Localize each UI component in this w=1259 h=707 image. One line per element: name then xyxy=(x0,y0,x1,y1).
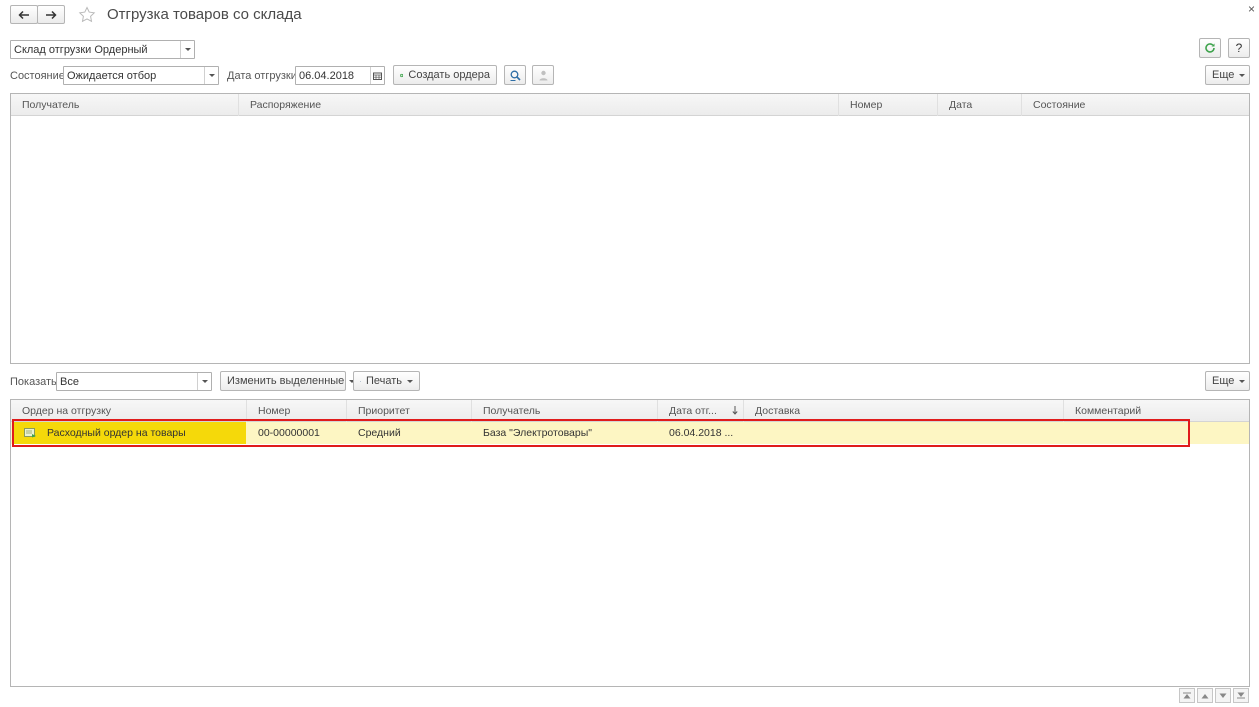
arrow-right-icon xyxy=(46,10,57,19)
add-circle-icon xyxy=(400,73,404,77)
person-icon xyxy=(539,70,547,80)
favorite-star-icon[interactable] xyxy=(78,6,96,24)
scroll-bottom-icon xyxy=(1237,692,1245,699)
show-select[interactable]: Все xyxy=(56,372,212,391)
more-label: Еще xyxy=(1212,375,1235,387)
upper-table[interactable]: Получатель Распоряжение Номер Дата Состо… xyxy=(10,93,1250,364)
state-select[interactable]: Ожидается отбор xyxy=(63,66,219,85)
chevron-down-icon xyxy=(1239,379,1246,383)
column-header[interactable]: Состояние xyxy=(1022,94,1250,116)
highlight-frame xyxy=(12,419,1190,447)
more-label: Еще xyxy=(1212,69,1235,81)
column-header[interactable]: Получатель xyxy=(11,94,239,116)
refresh-icon xyxy=(1205,43,1215,53)
date-field[interactable]: 06.04.2018 xyxy=(295,66,385,85)
person-search-button[interactable] xyxy=(532,65,554,85)
column-header-label: Дата отг... xyxy=(669,405,717,417)
calendar-icon[interactable] xyxy=(370,67,384,84)
chevron-down-icon[interactable] xyxy=(197,373,211,390)
search-icon xyxy=(510,70,521,81)
scroll-top-button[interactable] xyxy=(1179,688,1195,703)
forward-button[interactable] xyxy=(37,5,65,24)
warehouse-select[interactable]: Склад отгрузки Ордерный xyxy=(10,40,195,59)
sort-descending-icon xyxy=(732,406,738,415)
more-button-top[interactable]: Еще xyxy=(1205,65,1250,85)
print-label: Печать xyxy=(365,375,402,387)
scroll-down-button[interactable] xyxy=(1215,688,1231,703)
page-title: Отгрузка товаров со склада xyxy=(107,6,302,23)
scroll-down-icon xyxy=(1219,693,1227,698)
scroll-top-icon xyxy=(1183,692,1191,699)
printer-icon xyxy=(360,380,361,382)
change-selected-button[interactable]: Изменить выделенные xyxy=(220,371,356,391)
refresh-button[interactable] xyxy=(1199,38,1221,58)
column-header[interactable]: Номер xyxy=(839,94,938,116)
chevron-down-icon[interactable] xyxy=(180,41,194,58)
scroll-up-icon xyxy=(1201,693,1209,698)
print-button[interactable]: Печать xyxy=(353,371,420,391)
chevron-down-icon xyxy=(1239,73,1246,77)
close-button[interactable]: × xyxy=(1248,2,1255,16)
upper-table-header: Получатель Распоряжение Номер Дата Состо… xyxy=(11,94,1249,116)
show-value: Все xyxy=(60,376,79,388)
date-label: Дата отгрузки: xyxy=(227,70,300,82)
state-label: Состояние: xyxy=(10,70,68,82)
date-value: 06.04.2018 xyxy=(299,70,355,82)
chevron-down-icon[interactable] xyxy=(204,67,218,84)
show-label: Показать: xyxy=(10,376,60,388)
arrow-left-icon xyxy=(18,10,29,19)
warehouse-value: Склад отгрузки Ордерный xyxy=(14,44,148,56)
search-button[interactable] xyxy=(504,65,526,85)
back-button[interactable] xyxy=(10,5,38,24)
scroll-up-button[interactable] xyxy=(1197,688,1213,703)
chevron-down-icon xyxy=(407,379,413,383)
column-header[interactable]: Распоряжение xyxy=(239,94,839,116)
column-header[interactable]: Дата xyxy=(938,94,1022,116)
create-orders-button[interactable]: Создать ордера xyxy=(393,65,497,85)
help-button[interactable]: ? xyxy=(1228,38,1250,58)
state-value: Ожидается отбор xyxy=(67,70,157,82)
create-orders-label: Создать ордера xyxy=(408,69,490,81)
scroll-bottom-button[interactable] xyxy=(1233,688,1249,703)
more-button-bottom[interactable]: Еще xyxy=(1205,371,1250,391)
change-selected-label: Изменить выделенные xyxy=(227,375,345,387)
